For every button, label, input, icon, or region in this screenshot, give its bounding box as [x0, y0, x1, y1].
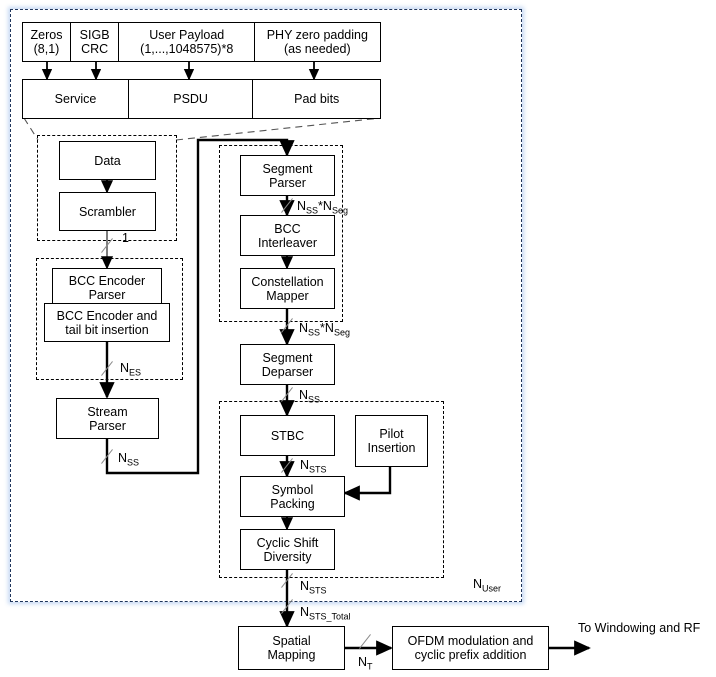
block-pilot-insertion-line2: Insertion [367, 441, 416, 455]
edge-label-one: 1 [122, 231, 129, 245]
input-cell-phy-zero-padding: PHY zero padding (as needed) [253, 22, 381, 62]
block-bcc-interleaver-line1: BCC [274, 221, 301, 236]
block-bcc-tail-line1: BCC Encoder and [56, 308, 158, 323]
edge-label-nss-nseg-b: NSS*NSeg [299, 321, 350, 338]
block-stream-parser[interactable]: Stream Parser [56, 398, 159, 439]
frame-cell-psdu: PSDU [127, 79, 254, 119]
output-annotation: To Windowing and RF [578, 621, 701, 635]
block-spatial-mapping[interactable]: Spatial Mapping [238, 626, 345, 670]
block-symbol-packing-line2: Packing [270, 496, 315, 511]
block-segment-deparser[interactable]: Segment Deparser [240, 344, 335, 385]
block-scrambler-label: Scrambler [79, 204, 136, 219]
input-cell-zeros: Zeros (8,1) [22, 22, 71, 62]
block-bcc-encoder-parser-line1: BCC Encoder [68, 273, 146, 288]
edge-label-nsts-a: NSTS [300, 458, 327, 475]
cell-phypad-line2: (as needed) [283, 42, 351, 56]
block-bcc-encoder-parser-line2: Parser [88, 287, 126, 302]
block-csd-line2: Diversity [263, 549, 312, 564]
block-constellation-mapper-line2: Mapper [266, 288, 309, 303]
block-symbol-packing[interactable]: Symbol Packing [240, 476, 345, 517]
block-bcc-interleaver-line2: Interleaver [257, 235, 318, 250]
per-user-group-label: NUser [473, 577, 502, 594]
input-cell-user-payload: User Payload (1,...,1048575)*8 [118, 22, 256, 62]
diagram-canvas: Zeros (8,1) SIGB CRC User Payload (1,...… [0, 0, 716, 677]
cell-service-label: Service [54, 92, 97, 106]
block-segment-parser-line2: Parser [269, 175, 306, 190]
cell-sigb-line1: SIGB [79, 28, 110, 42]
cell-zeros-line1: Zeros [30, 28, 63, 42]
edge-label-nss-a: NSS [118, 451, 140, 468]
block-segment-deparser-line1: Segment [262, 350, 313, 365]
block-segment-deparser-line2: Deparser [261, 364, 314, 379]
block-ofdm-line2: cyclic prefix addition [414, 648, 527, 662]
edge-label-nsts-total: NSTS_Total [300, 605, 351, 622]
cell-sigb-line2: CRC [81, 42, 109, 56]
cell-zeros-line2: (8,1) [33, 42, 60, 56]
block-data[interactable]: Data [59, 141, 156, 180]
block-scrambler[interactable]: Scrambler [59, 192, 156, 231]
block-stbc-label: STBC [270, 428, 305, 443]
edge-label-nsts-b: NSTS [300, 579, 327, 596]
block-cyclic-shift-diversity[interactable]: Cyclic Shift Diversity [240, 529, 335, 570]
frame-fields-row: Service PSDU Pad bits [22, 79, 382, 119]
frame-cell-pad-bits: Pad bits [252, 79, 382, 119]
edge-label-nss-b: NSS [299, 388, 321, 405]
frame-cell-service: Service [22, 79, 129, 119]
block-ofdm-modulation[interactable]: OFDM modulation and cyclic prefix additi… [392, 626, 549, 670]
block-symbol-packing-line1: Symbol [271, 482, 314, 497]
block-csd-line1: Cyclic Shift [256, 535, 319, 550]
cell-phypad-line1: PHY zero padding [266, 28, 368, 42]
cell-payload-line2: (1,...,1048575)*8 [140, 42, 234, 56]
block-bcc-interleaver[interactable]: BCC Interleaver [240, 215, 335, 256]
block-constellation-mapper[interactable]: Constellation Mapper [240, 268, 335, 309]
input-fields-row: Zeros (8,1) SIGB CRC User Payload (1,...… [22, 22, 382, 62]
cell-payload-line1: User Payload [149, 28, 225, 42]
block-spatial-mapping-line1: Spatial [272, 634, 311, 648]
block-stream-parser-line2: Parser [89, 418, 126, 433]
block-stbc[interactable]: STBC [240, 415, 335, 456]
block-spatial-mapping-line2: Mapping [267, 648, 316, 662]
block-bcc-tail-line2: tail bit insertion [65, 322, 149, 337]
edge-label-nes: NES [120, 361, 142, 378]
edge-tick-nt [359, 634, 371, 649]
edge-label-nss-nseg-a: NSS*NSeg [297, 199, 348, 216]
edge-label-nt: NT [358, 655, 373, 672]
input-cell-sigb-crc: SIGB CRC [69, 22, 120, 62]
cell-psdu-label: PSDU [173, 92, 208, 106]
block-pilot-insertion-line1: Pilot [379, 427, 404, 441]
block-segment-parser-line1: Segment [262, 161, 313, 176]
block-segment-parser[interactable]: Segment Parser [240, 155, 335, 196]
block-ofdm-line1: OFDM modulation and [407, 634, 534, 648]
block-stream-parser-line1: Stream [87, 404, 128, 419]
block-data-label: Data [94, 153, 121, 168]
block-constellation-mapper-line1: Constellation [251, 274, 324, 289]
cell-padbits-label: Pad bits [294, 92, 340, 106]
block-bcc-encoder-parser[interactable]: BCC Encoder Parser [52, 268, 162, 307]
block-pilot-insertion[interactable]: Pilot Insertion [355, 415, 428, 467]
block-bcc-encoder-tail-bit[interactable]: BCC Encoder and tail bit insertion [44, 303, 170, 342]
